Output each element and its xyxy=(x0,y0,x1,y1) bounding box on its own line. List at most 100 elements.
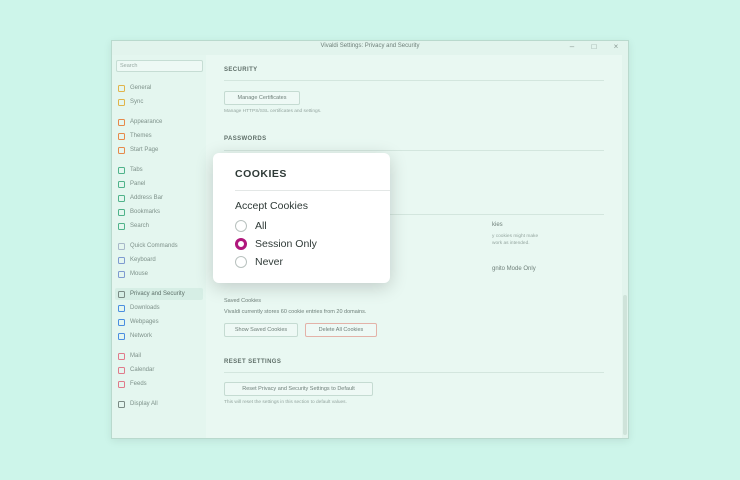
quick-commands-icon xyxy=(118,242,125,250)
saved-cookies-title: Saved Cookies xyxy=(224,298,261,304)
sidebar-item-label: Search xyxy=(130,223,150,229)
manage-certificates-button[interactable]: Manage Certificates xyxy=(224,91,300,105)
sidebar-item-label: Appearance xyxy=(130,119,163,125)
calendar-icon xyxy=(118,366,125,374)
sidebar-item-label: Bookmarks xyxy=(130,209,161,215)
sidebar-item-panel[interactable]: Panel xyxy=(115,178,203,190)
sidebar-item-label: Calendar xyxy=(130,367,155,373)
minimize-icon[interactable]: – xyxy=(564,42,580,51)
sidebar-item-themes[interactable]: Themes xyxy=(115,130,203,142)
sidebar-item-mouse[interactable]: Mouse xyxy=(115,268,203,280)
sidebar-item-label: Panel xyxy=(130,181,146,187)
reset-settings-button[interactable]: Reset Privacy and Security Settings to D… xyxy=(224,382,373,396)
accept-cookies-label: Accept Cookies xyxy=(235,200,308,212)
divider xyxy=(224,150,604,151)
sidebar-item-label: Address Bar xyxy=(130,195,164,201)
search-icon xyxy=(118,222,125,230)
sidebar-item-label: Mouse xyxy=(130,271,149,277)
sidebar-item-privacy-and-security[interactable]: Privacy and Security xyxy=(115,288,203,300)
sidebar-item-general[interactable]: General xyxy=(115,82,203,94)
sidebar-item-bookmarks[interactable]: Bookmarks xyxy=(115,206,203,218)
radio-option-all[interactable]: All xyxy=(235,219,267,233)
close-icon[interactable]: × xyxy=(608,42,624,51)
sidebar-item-keyboard[interactable]: Keyboard xyxy=(115,254,203,266)
sidebar-item-label: Start Page xyxy=(130,147,159,153)
sidebar-item-label: Quick Commands xyxy=(130,243,178,249)
settings-sidebar: Search General Sync Appearance Themes Start … xyxy=(112,55,206,438)
scrollbar[interactable] xyxy=(622,55,628,438)
maximize-icon[interactable]: □ xyxy=(586,42,602,51)
sidebar-item-quick-commands[interactable]: Quick Commands xyxy=(115,240,203,252)
keyboard-icon xyxy=(118,256,125,264)
mouse-icon xyxy=(118,270,125,278)
address-bar-icon xyxy=(118,194,125,202)
sidebar-item-label: Mail xyxy=(130,353,142,359)
radio-option-session-only[interactable]: Session Only xyxy=(235,237,317,251)
window-title: Vivaldi Settings: Privacy and Security xyxy=(320,43,420,49)
sidebar-item-label: Feeds xyxy=(130,381,147,387)
passwords-heading: PASSWORDS xyxy=(224,136,267,142)
sidebar-item-network[interactable]: Network xyxy=(115,330,203,342)
sidebar-item-mail[interactable]: Mail xyxy=(115,350,203,362)
general-icon xyxy=(118,84,125,92)
cookies-partial-label: kies xyxy=(492,222,503,228)
sidebar-item-label: Keyboard xyxy=(130,257,156,263)
sidebar-item-webpages[interactable]: Webpages xyxy=(115,316,203,328)
sidebar-item-label: Themes xyxy=(130,133,152,139)
themes-icon xyxy=(118,132,125,140)
start-page-icon xyxy=(118,146,125,154)
network-icon xyxy=(118,332,125,340)
appearance-icon xyxy=(118,118,125,126)
panel-icon xyxy=(118,180,125,188)
divider xyxy=(224,80,604,81)
feeds-icon xyxy=(118,380,125,388)
radio-button[interactable] xyxy=(235,256,247,268)
sidebar-item-label: Downloads xyxy=(130,305,160,311)
sidebar-item-label: Webpages xyxy=(130,319,159,325)
sidebar-item-calendar[interactable]: Calendar xyxy=(115,364,203,376)
sidebar-item-display-all[interactable]: Display All xyxy=(115,398,203,410)
incognito-cookies-label: gnito Mode Only xyxy=(492,266,536,272)
show-saved-cookies-button[interactable]: Show Saved Cookies xyxy=(224,323,298,337)
sidebar-item-sync[interactable]: Sync xyxy=(115,96,203,108)
delete-all-cookies-button[interactable]: Delete All Cookies xyxy=(305,323,377,337)
radio-label: Never xyxy=(255,256,284,268)
cookies-partial-hint-2: work as intended. xyxy=(492,241,530,246)
sync-icon xyxy=(118,98,125,106)
sidebar-item-label: General xyxy=(130,85,152,91)
reset-settings-hint: This will reset the settings in this sec… xyxy=(224,400,347,405)
popup-title: COOKIES xyxy=(235,168,287,180)
sidebar-item-downloads[interactable]: Downloads xyxy=(115,302,203,314)
sidebar-item-address-bar[interactable]: Address Bar xyxy=(115,192,203,204)
radio-label: All xyxy=(255,220,267,232)
manage-certificates-hint: Manage HTTPS/SSL certificates and settin… xyxy=(224,109,322,114)
sidebar-item-search[interactable]: Search xyxy=(115,220,203,232)
tabs-icon xyxy=(118,166,125,174)
reset-heading: RESET SETTINGS xyxy=(224,359,282,365)
search-input[interactable]: Search xyxy=(116,60,203,72)
sidebar-item-tabs[interactable]: Tabs xyxy=(115,164,203,176)
security-heading: SECURITY xyxy=(224,67,258,73)
bookmarks-icon xyxy=(118,208,125,216)
cookies-popup: COOKIES Accept Cookies All Session Only … xyxy=(213,153,390,283)
sidebar-item-feeds[interactable]: Feeds xyxy=(115,378,203,390)
downloads-icon xyxy=(118,304,125,312)
radio-button-selected[interactable] xyxy=(235,238,247,250)
shield-icon xyxy=(118,290,125,298)
radio-button[interactable] xyxy=(235,220,247,232)
divider xyxy=(224,372,604,373)
scrollbar-thumb[interactable] xyxy=(623,295,627,435)
sidebar-item-start-page[interactable]: Start Page xyxy=(115,144,203,156)
saved-cookies-text: Vivaldi currently stores 60 cookie entri… xyxy=(224,309,367,315)
sidebar-item-appearance[interactable]: Appearance xyxy=(115,116,203,128)
sidebar-item-label: Network xyxy=(130,333,153,339)
gear-icon xyxy=(118,400,125,408)
radio-option-never[interactable]: Never xyxy=(235,255,283,269)
mail-icon xyxy=(118,352,125,360)
sidebar-item-label: Privacy and Security xyxy=(130,291,185,297)
cookies-partial-hint: y cookies might make xyxy=(492,234,539,239)
sidebar-item-label: Tabs xyxy=(130,167,143,173)
popup-divider xyxy=(235,190,390,191)
title-bar: Vivaldi Settings: Privacy and Security –… xyxy=(112,41,628,55)
sidebar-item-label: Display All xyxy=(130,401,158,407)
